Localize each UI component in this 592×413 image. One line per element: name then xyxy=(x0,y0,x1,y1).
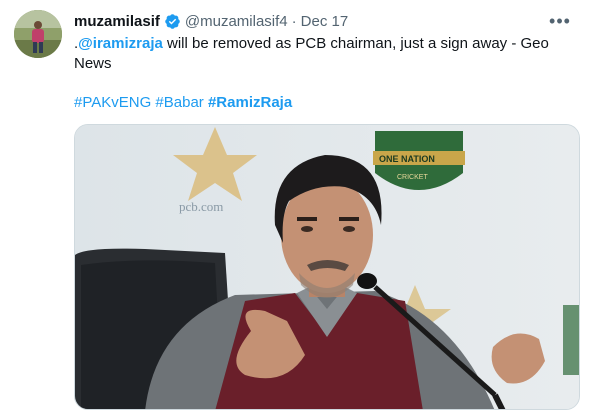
mention-link[interactable]: @iramizraja xyxy=(78,35,163,52)
hashtag-link[interactable]: #PAKvENG xyxy=(74,94,151,111)
backdrop-badge-subtext: CRICKET xyxy=(397,174,428,181)
tweet-text: .@iramizraja will be removed as PCB chai… xyxy=(74,34,574,74)
verified-badge-icon xyxy=(164,13,181,30)
hashtag-line: #PAKvENG #Babar #RamizRaja xyxy=(74,93,574,113)
tweet-header: muzamilasif @muzamilasif4 · Dec 17 ••• xyxy=(74,10,572,32)
display-name[interactable]: muzamilasif xyxy=(74,13,160,30)
backdrop-text: pcb.com xyxy=(179,199,223,214)
user-avatar[interactable] xyxy=(14,10,62,58)
hashtag-link[interactable]: #RamizRaja xyxy=(208,94,292,111)
user-handle[interactable]: @muzamilasif4 xyxy=(185,13,288,30)
hashtag-link[interactable]: #Babar xyxy=(155,94,203,111)
tweet-card[interactable]: muzamilasif @muzamilasif4 · Dec 17 ••• .… xyxy=(0,0,592,413)
separator-dot: · xyxy=(291,12,297,30)
more-horizontal-icon[interactable]: ••• xyxy=(548,10,572,32)
tweet-timestamp[interactable]: Dec 17 xyxy=(301,13,349,30)
avatar-image xyxy=(14,10,62,58)
press-conference-photo: pcb.com ONE NATION CRICKET xyxy=(75,125,579,409)
tweet-photo[interactable]: pcb.com ONE NATION CRICKET xyxy=(74,124,580,410)
backdrop-badge-text: ONE NATION xyxy=(379,154,435,164)
